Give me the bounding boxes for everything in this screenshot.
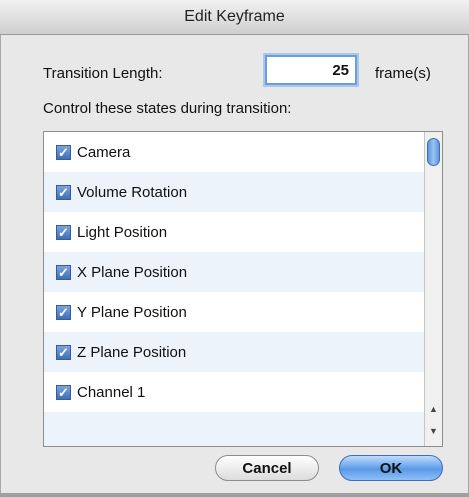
dialog-body: Transition Length: frame(s) Control thes… — [0, 35, 469, 497]
list-item-channel-1[interactable]: ✓ Channel 1 — [44, 372, 424, 412]
list-item-label: Y Plane Position — [77, 303, 187, 321]
transition-length-label: Transition Length: — [43, 65, 163, 82]
list-item-volume-rotation[interactable]: ✓ Volume Rotation — [44, 172, 424, 212]
cancel-button[interactable]: Cancel — [215, 455, 319, 481]
list-item-light-position[interactable]: ✓ Light Position — [44, 212, 424, 252]
checkmark-icon[interactable]: ✓ — [56, 264, 71, 280]
list-item-x-plane-position[interactable]: ✓ X Plane Position — [44, 252, 424, 292]
states-list[interactable]: ✓ Camera ✓ Volume Rotation ✓ Light Posit… — [43, 131, 443, 447]
list-item-label: Light Position — [77, 223, 168, 241]
checkmark-icon[interactable]: ✓ — [56, 224, 71, 240]
window-bottom-edge — [0, 493, 469, 497]
checkmark-icon[interactable]: ✓ — [56, 304, 71, 320]
checkmark-icon[interactable]: ✓ — [56, 144, 71, 160]
transition-length-input[interactable] — [263, 53, 359, 87]
list-item-label: Channel 1 — [77, 383, 146, 401]
down-arrow-icon[interactable]: ▼ — [426, 424, 441, 439]
list-scrollbar[interactable]: ▲ ▼ — [424, 132, 442, 446]
list-item-camera[interactable]: ✓ Camera — [44, 132, 424, 172]
list-item-label: Z Plane Position — [77, 343, 187, 361]
frames-unit-label: frame(s) — [375, 65, 431, 82]
scrollbar-thumb[interactable] — [427, 138, 440, 166]
ok-button[interactable]: OK — [339, 455, 443, 481]
checkmark-icon[interactable]: ✓ — [56, 344, 71, 360]
up-arrow-icon[interactable]: ▲ — [426, 402, 441, 417]
checkmark-icon[interactable]: ✓ — [56, 384, 71, 400]
control-states-label: Control these states during transition: — [43, 100, 292, 117]
list-item-empty — [44, 412, 424, 446]
list-item-label: Volume Rotation — [77, 183, 188, 201]
checkmark-icon[interactable]: ✓ — [56, 184, 71, 200]
list-item-label: X Plane Position — [77, 263, 188, 281]
dialog-title: Edit Keyframe — [0, 0, 469, 35]
list-item-label: Camera — [77, 143, 131, 161]
list-item-y-plane-position[interactable]: ✓ Y Plane Position — [44, 292, 424, 332]
list-item-z-plane-position[interactable]: ✓ Z Plane Position — [44, 332, 424, 372]
